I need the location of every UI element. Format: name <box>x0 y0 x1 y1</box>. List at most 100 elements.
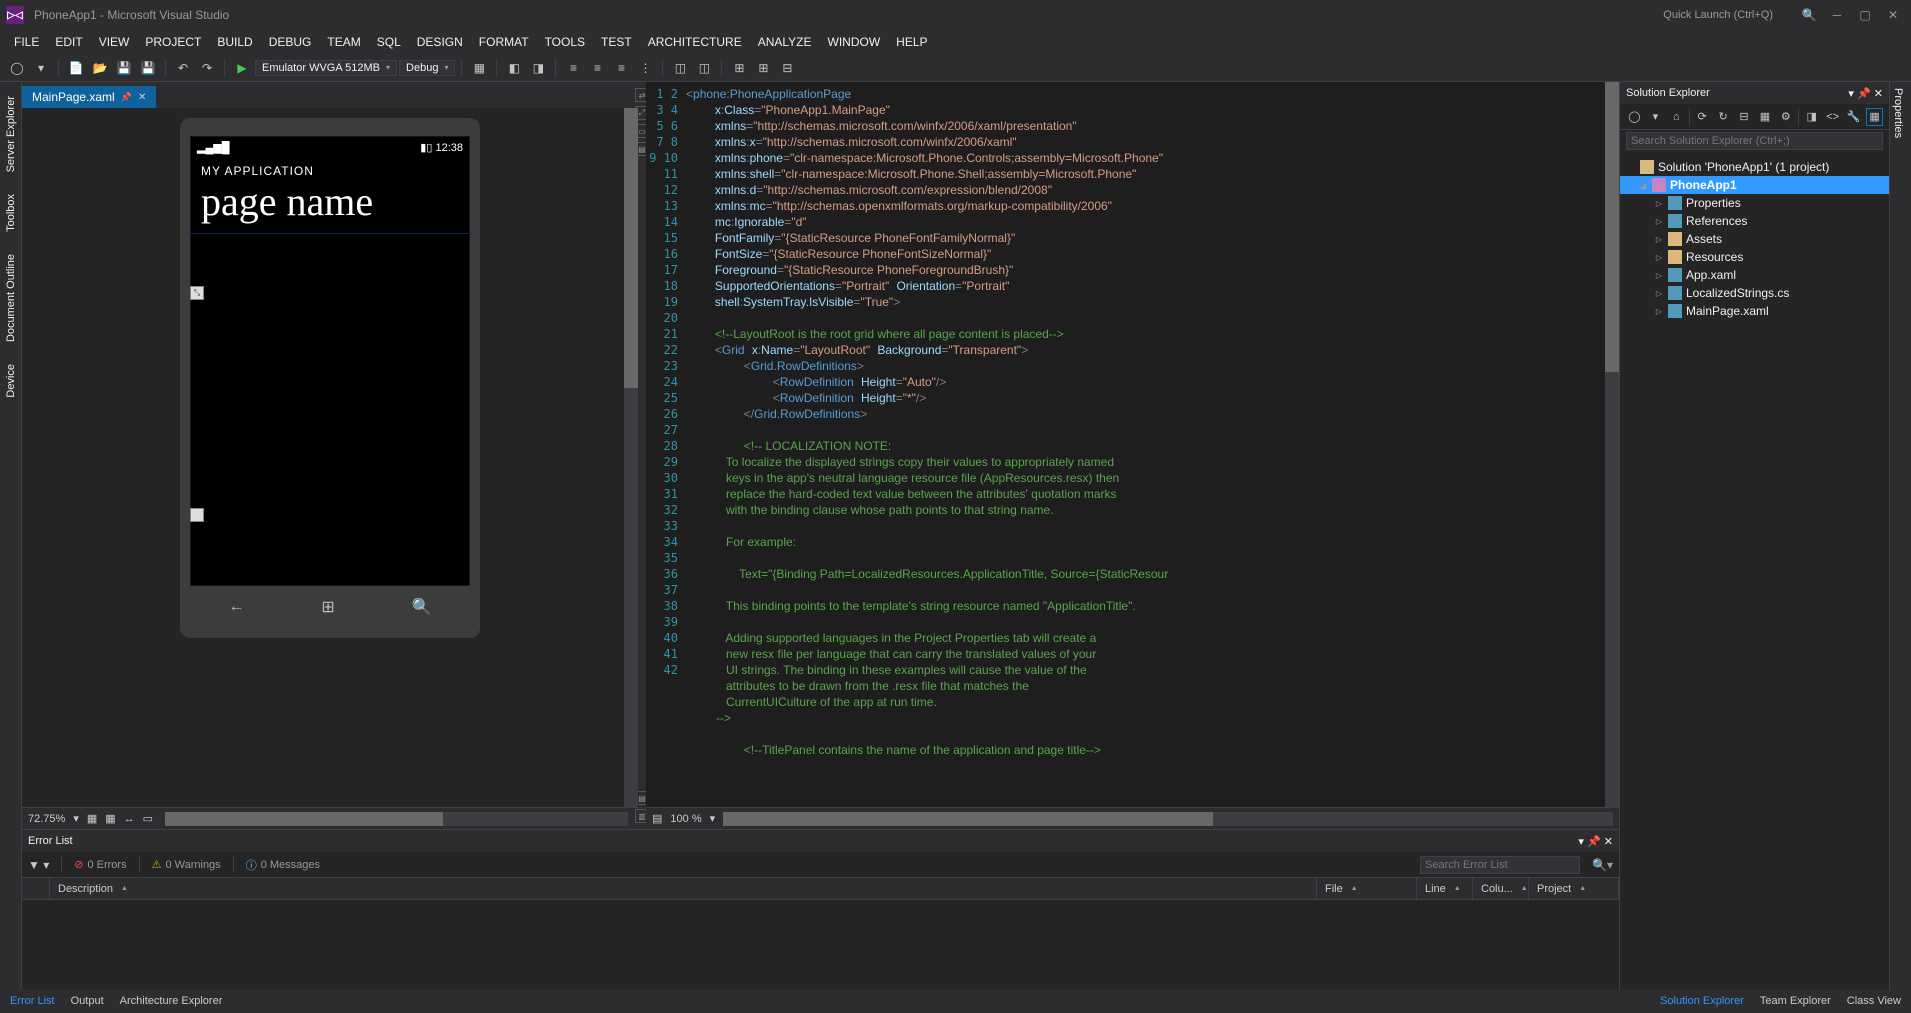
save-all-icon[interactable]: 💾 <box>137 57 159 79</box>
solution-search-input[interactable] <box>1626 132 1883 150</box>
menu-debug[interactable]: DEBUG <box>261 32 320 52</box>
status-tab-errorlist[interactable]: Error List <box>10 995 55 1007</box>
tree-node[interactable]: ▷Assets <box>1620 230 1889 248</box>
refresh-icon[interactable]: ↻ <box>1715 108 1732 126</box>
close-icon[interactable]: ✕ <box>1874 88 1883 100</box>
col-project[interactable]: Project <box>1529 878 1619 899</box>
minimize-button[interactable]: ─ <box>1825 5 1849 25</box>
run-target-combo[interactable]: Emulator WVGA 512MB <box>255 60 397 76</box>
undo-icon[interactable]: ↶ <box>172 57 194 79</box>
toolbar-icon[interactable]: ⊟ <box>776 57 798 79</box>
error-search-input[interactable] <box>1420 856 1580 874</box>
tree-node[interactable]: ▷References <box>1620 212 1889 230</box>
menu-view[interactable]: VIEW <box>91 32 138 52</box>
close-button[interactable]: ✕ <box>1881 5 1905 25</box>
close-icon[interactable]: ✕ <box>1604 836 1613 848</box>
toolbar-icon[interactable]: ◧ <box>503 57 525 79</box>
status-tab-output[interactable]: Output <box>71 995 104 1007</box>
properties-icon[interactable]: ⚙ <box>1777 108 1794 126</box>
project-node[interactable]: ◢ PhoneApp1 <box>1620 176 1889 194</box>
grid-icon[interactable]: ▦ <box>87 812 97 825</box>
redo-icon[interactable]: ↷ <box>196 57 218 79</box>
toolbar-icon[interactable]: ◫ <box>693 57 715 79</box>
error-search[interactable] <box>1420 856 1580 874</box>
toolbar-icon[interactable]: ⊞ <box>752 57 774 79</box>
menu-project[interactable]: PROJECT <box>137 32 209 52</box>
search-icon[interactable]: 🔍▾ <box>1592 858 1613 872</box>
status-tab-class[interactable]: Class View <box>1847 995 1901 1007</box>
code-editor[interactable]: <phone:PhoneApplicationPage x:Class="Pho… <box>686 82 1605 807</box>
warnings-count[interactable]: ⚠0 Warnings <box>152 858 221 871</box>
pin-icon[interactable]: 📌 <box>1857 88 1871 100</box>
nav-fwd-icon[interactable]: ▾ <box>30 57 52 79</box>
tree-node[interactable]: ▷Properties <box>1620 194 1889 212</box>
fwd-icon[interactable]: ▾ <box>1647 108 1664 126</box>
open-icon[interactable]: 📂 <box>89 57 111 79</box>
resize-handle[interactable]: ⤡ <box>190 286 204 300</box>
view-class-icon[interactable]: ▦ <box>1866 108 1883 126</box>
solution-node[interactable]: Solution 'PhoneApp1' (1 project) <box>1620 158 1889 176</box>
split-icon[interactable]: ▤ <box>652 812 662 825</box>
menu-file[interactable]: FILE <box>6 32 47 52</box>
menu-format[interactable]: FORMAT <box>471 32 537 52</box>
phone-app-title[interactable]: MY APPLICATION <box>191 158 469 178</box>
zoom-value[interactable]: 72.75% <box>28 813 65 825</box>
menu-architecture[interactable]: ARCHITECTURE <box>640 32 750 52</box>
menu-build[interactable]: BUILD <box>209 32 260 52</box>
scrollbar[interactable] <box>723 812 1613 826</box>
config-combo[interactable]: Debug <box>399 60 455 76</box>
messages-count[interactable]: ⓘ0 Messages <box>246 857 320 873</box>
menu-tools[interactable]: TOOLS <box>537 32 593 52</box>
menu-team[interactable]: TEAM <box>319 32 368 52</box>
menu-design[interactable]: DESIGN <box>409 32 471 52</box>
search-icon[interactable]: 🔍 <box>1797 5 1821 25</box>
solution-tree[interactable]: Solution 'PhoneApp1' (1 project) ◢ Phone… <box>1620 154 1889 989</box>
toolbar-icon[interactable]: ⋮ <box>634 57 656 79</box>
menu-edit[interactable]: EDIT <box>47 32 90 52</box>
nav-back-icon[interactable]: ◯ <box>6 57 28 79</box>
status-tab-team[interactable]: Team Explorer <box>1760 995 1831 1007</box>
col-file[interactable]: File <box>1317 878 1417 899</box>
new-project-icon[interactable]: 📄 <box>65 57 87 79</box>
menu-help[interactable]: HELP <box>888 32 935 52</box>
scrollbar[interactable] <box>165 812 628 826</box>
view-designer-icon[interactable]: 🔧 <box>1845 108 1862 126</box>
toolbar-icon[interactable]: ▦ <box>468 57 490 79</box>
lefttab-document-outline[interactable]: Document Outline <box>3 248 19 348</box>
snap-icon[interactable]: ↔ <box>124 813 135 825</box>
align-right-icon[interactable]: ≡ <box>610 57 632 79</box>
status-tab-solution[interactable]: Solution Explorer <box>1660 995 1744 1007</box>
status-tab-arch[interactable]: Architecture Explorer <box>120 995 223 1007</box>
dropdown-icon[interactable]: ▾ <box>1578 836 1584 848</box>
start-debug-button[interactable]: ▶ <box>231 57 253 79</box>
show-all-icon[interactable]: ▦ <box>1756 108 1773 126</box>
scrollbar[interactable] <box>1605 82 1619 807</box>
menu-sql[interactable]: SQL <box>369 32 409 52</box>
snap-icon[interactable]: ▦ <box>105 812 115 825</box>
collapse-icon[interactable]: ⊟ <box>1736 108 1753 126</box>
pin-icon[interactable]: 📌 <box>1587 836 1601 848</box>
home-icon[interactable]: ⌂ <box>1668 108 1685 126</box>
toolbar-icon[interactable]: ◫ <box>669 57 691 79</box>
tree-node[interactable]: ▷Resources <box>1620 248 1889 266</box>
tree-node[interactable]: ▷LocalizedStrings.cs <box>1620 284 1889 302</box>
phone-page-name[interactable]: page name <box>191 178 469 234</box>
effects-icon[interactable]: ▭ <box>143 812 153 825</box>
align-left-icon[interactable]: ≡ <box>562 57 584 79</box>
tree-node[interactable]: ▷App.xaml <box>1620 266 1889 284</box>
menu-window[interactable]: WINDOW <box>820 32 889 52</box>
pin-icon[interactable]: 📌 <box>121 92 132 103</box>
col-column[interactable]: Colu... <box>1473 878 1529 899</box>
quick-launch[interactable]: Quick Launch (Ctrl+Q) <box>1663 9 1773 21</box>
scrollbar[interactable] <box>624 108 638 807</box>
zoom-value[interactable]: 100 % <box>670 813 701 825</box>
sync-icon[interactable]: ⟳ <box>1694 108 1711 126</box>
align-center-icon[interactable]: ≡ <box>586 57 608 79</box>
col-icon[interactable] <box>22 878 50 899</box>
designer-canvas[interactable]: ▂▄▆█ ▮▯ 12:38 MY APPLICATION page name ←… <box>22 108 638 807</box>
toolbar-icon[interactable]: ⊞ <box>728 57 750 79</box>
splitter[interactable]: ⇄ ⤢ ▭ ▤ ▤ ▥ <box>638 82 646 829</box>
filter-icon[interactable]: ▼ ▾ <box>28 858 49 872</box>
menu-analyze[interactable]: ANALYZE <box>750 32 820 52</box>
col-description[interactable]: Description <box>50 878 1317 899</box>
